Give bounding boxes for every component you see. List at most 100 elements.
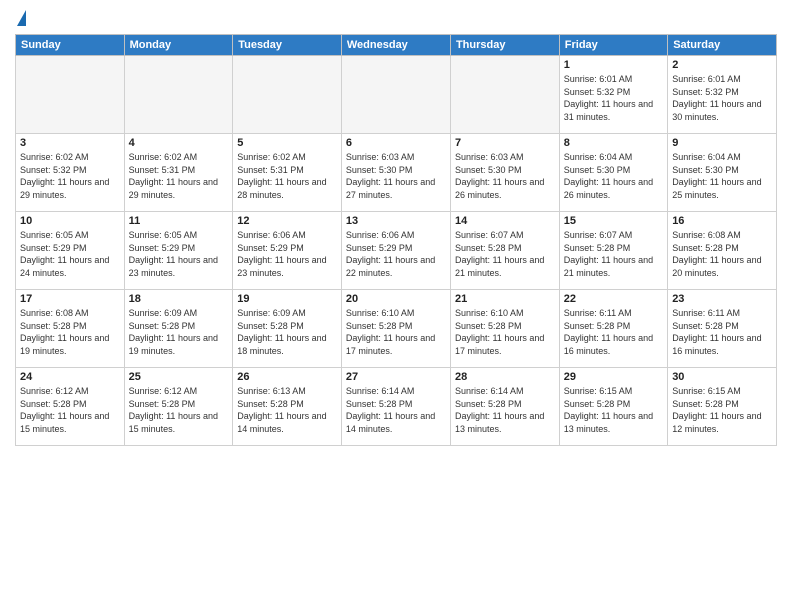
day-number: 21 bbox=[455, 293, 555, 305]
calendar-cell bbox=[450, 56, 559, 134]
calendar-cell: 12 Sunrise: 6:06 AM Sunset: 5:29 PM Dayli… bbox=[233, 212, 342, 290]
calendar-cell bbox=[124, 56, 233, 134]
calendar-cell: 6 Sunrise: 6:03 AM Sunset: 5:30 PM Daylig… bbox=[341, 134, 450, 212]
day-info: Sunrise: 6:05 AM Sunset: 5:29 PM Dayligh… bbox=[20, 229, 120, 279]
calendar-cell: 1 Sunrise: 6:01 AM Sunset: 5:32 PM Daylig… bbox=[559, 56, 667, 134]
day-info: Sunrise: 6:01 AM Sunset: 5:32 PM Dayligh… bbox=[564, 73, 663, 123]
day-info: Sunrise: 6:03 AM Sunset: 5:30 PM Dayligh… bbox=[455, 151, 555, 201]
day-info: Sunrise: 6:09 AM Sunset: 5:28 PM Dayligh… bbox=[129, 307, 229, 357]
calendar-cell: 25Sunrise: 6:12 AM Sunset: 5:28 PM Dayli… bbox=[124, 368, 233, 446]
day-number: 22 bbox=[564, 293, 663, 305]
week-row-4: 24Sunrise: 6:12 AM Sunset: 5:28 PM Dayli… bbox=[16, 368, 777, 446]
week-row-2: 10 Sunrise: 6:05 AM Sunset: 5:29 PM Dayli… bbox=[16, 212, 777, 290]
day-number: 7 bbox=[455, 137, 555, 149]
calendar-cell: 5 Sunrise: 6:02 AM Sunset: 5:31 PM Daylig… bbox=[233, 134, 342, 212]
calendar-cell: 7 Sunrise: 6:03 AM Sunset: 5:30 PM Daylig… bbox=[450, 134, 559, 212]
weekday-header-tuesday: Tuesday bbox=[233, 35, 342, 56]
calendar: SundayMondayTuesdayWednesdayThursdayFrid… bbox=[15, 34, 777, 446]
day-info: Sunrise: 6:07 AM Sunset: 5:28 PM Dayligh… bbox=[564, 229, 663, 279]
calendar-cell: 21 Sunrise: 6:10 AM Sunset: 5:28 PM Dayli… bbox=[450, 290, 559, 368]
day-number: 15 bbox=[564, 215, 663, 227]
page: SundayMondayTuesdayWednesdayThursdayFrid… bbox=[0, 0, 792, 612]
calendar-cell: 26Sunrise: 6:13 AM Sunset: 5:28 PM Dayli… bbox=[233, 368, 342, 446]
weekday-header-sunday: Sunday bbox=[16, 35, 125, 56]
day-info: Sunrise: 6:07 AM Sunset: 5:28 PM Dayligh… bbox=[455, 229, 555, 279]
calendar-cell: 30 Sunrise: 6:15 AM Sunset: 5:28 PM Dayli… bbox=[668, 368, 777, 446]
day-info: Sunrise: 6:04 AM Sunset: 5:30 PM Dayligh… bbox=[672, 151, 772, 201]
calendar-cell: 16 Sunrise: 6:08 AM Sunset: 5:28 PM Dayli… bbox=[668, 212, 777, 290]
day-info: Sunrise: 6:04 AM Sunset: 5:30 PM Dayligh… bbox=[564, 151, 663, 201]
calendar-cell: 8 Sunrise: 6:04 AM Sunset: 5:30 PM Daylig… bbox=[559, 134, 667, 212]
day-number: 14 bbox=[455, 215, 555, 227]
day-number: 23 bbox=[672, 293, 772, 305]
logo-triangle-icon bbox=[17, 10, 26, 26]
day-number: 26 bbox=[237, 371, 337, 383]
day-number: 4 bbox=[129, 137, 229, 149]
weekday-header-thursday: Thursday bbox=[450, 35, 559, 56]
weekday-header-saturday: Saturday bbox=[668, 35, 777, 56]
day-info: Sunrise: 6:02 AM Sunset: 5:32 PM Dayligh… bbox=[20, 151, 120, 201]
day-info: Sunrise: 6:11 AM Sunset: 5:28 PM Dayligh… bbox=[672, 307, 772, 357]
calendar-cell: 11 Sunrise: 6:05 AM Sunset: 5:29 PM Dayli… bbox=[124, 212, 233, 290]
week-row-1: 3 Sunrise: 6:02 AM Sunset: 5:32 PM Daylig… bbox=[16, 134, 777, 212]
day-info: Sunrise: 6:09 AM Sunset: 5:28 PM Dayligh… bbox=[237, 307, 337, 357]
day-number: 29 bbox=[564, 371, 663, 383]
calendar-cell bbox=[341, 56, 450, 134]
logo-text bbox=[15, 10, 26, 26]
calendar-cell: 9Sunrise: 6:04 AM Sunset: 5:30 PM Daylig… bbox=[668, 134, 777, 212]
day-number: 25 bbox=[129, 371, 229, 383]
day-number: 27 bbox=[346, 371, 446, 383]
day-info: Sunrise: 6:03 AM Sunset: 5:30 PM Dayligh… bbox=[346, 151, 446, 201]
day-info: Sunrise: 6:14 AM Sunset: 5:28 PM Dayligh… bbox=[455, 385, 555, 435]
day-info: Sunrise: 6:10 AM Sunset: 5:28 PM Dayligh… bbox=[346, 307, 446, 357]
day-number: 20 bbox=[346, 293, 446, 305]
day-info: Sunrise: 6:15 AM Sunset: 5:28 PM Dayligh… bbox=[672, 385, 772, 435]
day-number: 5 bbox=[237, 137, 337, 149]
day-info: Sunrise: 6:08 AM Sunset: 5:28 PM Dayligh… bbox=[20, 307, 120, 357]
day-number: 6 bbox=[346, 137, 446, 149]
day-info: Sunrise: 6:10 AM Sunset: 5:28 PM Dayligh… bbox=[455, 307, 555, 357]
header bbox=[15, 10, 777, 26]
calendar-cell bbox=[16, 56, 125, 134]
day-info: Sunrise: 6:12 AM Sunset: 5:28 PM Dayligh… bbox=[20, 385, 120, 435]
day-number: 19 bbox=[237, 293, 337, 305]
day-info: Sunrise: 6:02 AM Sunset: 5:31 PM Dayligh… bbox=[129, 151, 229, 201]
day-number: 18 bbox=[129, 293, 229, 305]
calendar-cell: 18 Sunrise: 6:09 AM Sunset: 5:28 PM Dayli… bbox=[124, 290, 233, 368]
day-number: 11 bbox=[129, 215, 229, 227]
day-number: 30 bbox=[672, 371, 772, 383]
day-number: 12 bbox=[237, 215, 337, 227]
day-info: Sunrise: 6:06 AM Sunset: 5:29 PM Dayligh… bbox=[346, 229, 446, 279]
calendar-cell: 14 Sunrise: 6:07 AM Sunset: 5:28 PM Dayli… bbox=[450, 212, 559, 290]
calendar-cell: 24Sunrise: 6:12 AM Sunset: 5:28 PM Dayli… bbox=[16, 368, 125, 446]
day-number: 17 bbox=[20, 293, 120, 305]
day-info: Sunrise: 6:02 AM Sunset: 5:31 PM Dayligh… bbox=[237, 151, 337, 201]
day-number: 1 bbox=[564, 59, 663, 71]
week-row-3: 17 Sunrise: 6:08 AM Sunset: 5:28 PM Dayli… bbox=[16, 290, 777, 368]
weekday-header-monday: Monday bbox=[124, 35, 233, 56]
day-info: Sunrise: 6:11 AM Sunset: 5:28 PM Dayligh… bbox=[564, 307, 663, 357]
day-info: Sunrise: 6:06 AM Sunset: 5:29 PM Dayligh… bbox=[237, 229, 337, 279]
day-info: Sunrise: 6:08 AM Sunset: 5:28 PM Dayligh… bbox=[672, 229, 772, 279]
day-info: Sunrise: 6:01 AM Sunset: 5:32 PM Dayligh… bbox=[672, 73, 772, 123]
day-number: 10 bbox=[20, 215, 120, 227]
calendar-cell: 17 Sunrise: 6:08 AM Sunset: 5:28 PM Dayli… bbox=[16, 290, 125, 368]
calendar-cell: 3 Sunrise: 6:02 AM Sunset: 5:32 PM Daylig… bbox=[16, 134, 125, 212]
day-number: 8 bbox=[564, 137, 663, 149]
day-number: 2 bbox=[672, 59, 772, 71]
calendar-cell: 13 Sunrise: 6:06 AM Sunset: 5:29 PM Dayli… bbox=[341, 212, 450, 290]
calendar-cell: 22 Sunrise: 6:11 AM Sunset: 5:28 PM Dayli… bbox=[559, 290, 667, 368]
day-number: 3 bbox=[20, 137, 120, 149]
day-number: 16 bbox=[672, 215, 772, 227]
day-info: Sunrise: 6:05 AM Sunset: 5:29 PM Dayligh… bbox=[129, 229, 229, 279]
calendar-cell: 20 Sunrise: 6:10 AM Sunset: 5:28 PM Dayli… bbox=[341, 290, 450, 368]
calendar-cell: 27Sunrise: 6:14 AM Sunset: 5:28 PM Dayli… bbox=[341, 368, 450, 446]
weekday-header-row: SundayMondayTuesdayWednesdayThursdayFrid… bbox=[16, 35, 777, 56]
weekday-header-wednesday: Wednesday bbox=[341, 35, 450, 56]
calendar-cell: 19 Sunrise: 6:09 AM Sunset: 5:28 PM Dayli… bbox=[233, 290, 342, 368]
calendar-cell bbox=[233, 56, 342, 134]
calendar-cell: 4 Sunrise: 6:02 AM Sunset: 5:31 PM Daylig… bbox=[124, 134, 233, 212]
calendar-cell: 23 Sunrise: 6:11 AM Sunset: 5:28 PM Dayli… bbox=[668, 290, 777, 368]
day-info: Sunrise: 6:15 AM Sunset: 5:28 PM Dayligh… bbox=[564, 385, 663, 435]
day-number: 13 bbox=[346, 215, 446, 227]
